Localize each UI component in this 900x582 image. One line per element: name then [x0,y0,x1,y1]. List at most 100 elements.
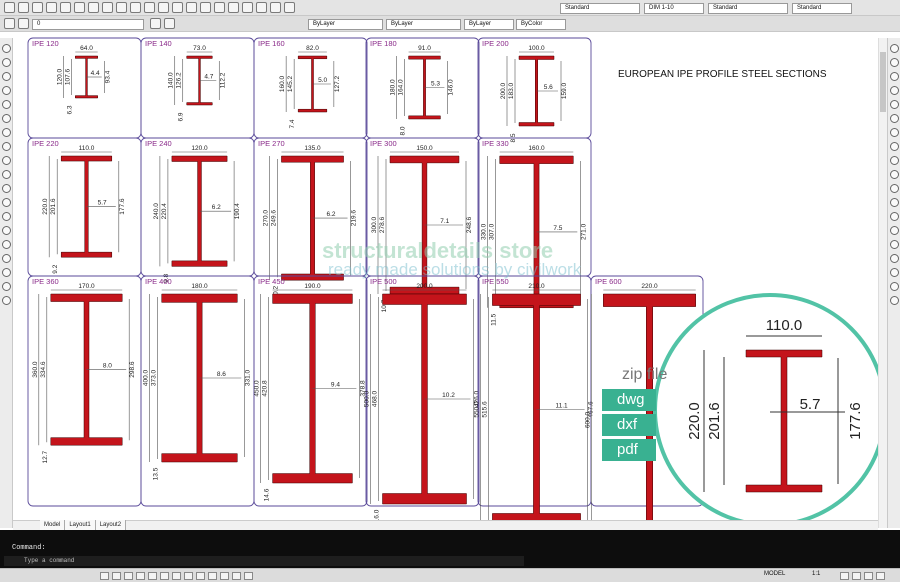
height-label: 300.0 [371,216,378,233]
scale-tool-icon[interactable] [890,142,899,151]
flange-width-label: 180.0 [191,283,208,290]
object-snap-tracking-icon[interactable] [160,572,169,580]
lock-ui-icon[interactable] [852,572,861,580]
web-height-label: 373.0 [151,369,158,386]
web-thickness-label: 5.3 [431,81,440,88]
snap-mode-icon[interactable] [100,572,109,580]
aligned-dimension-icon[interactable] [890,282,899,291]
point-tool-icon[interactable] [2,212,11,221]
flange-width-label: 160.0 [528,145,545,152]
rotate-tool-icon[interactable] [890,128,899,137]
web-height-label: 220.4 [161,203,168,220]
trim-tool-icon[interactable] [890,170,899,179]
add-selected-icon[interactable] [2,296,11,305]
chamfer-tool-icon[interactable] [890,226,899,235]
vertical-scroll-thumb[interactable] [880,52,886,112]
lineweight-display-icon[interactable] [196,572,205,580]
rectangle-tool-icon[interactable] [2,100,11,109]
height-label: 120.0 [56,68,63,85]
dynamic-ucs-icon[interactable] [172,572,181,580]
inner-depth-label: 190.4 [234,203,241,220]
drawing-title: EUROPEAN IPE PROFILE STEEL SECTIONS [618,69,827,80]
copy-tool-icon[interactable] [890,58,899,67]
workspace-switch-icon[interactable] [840,572,849,580]
transparency-icon[interactable] [208,572,217,580]
move-tool-icon[interactable] [890,114,899,123]
drawing-canvas[interactable]: IPE 12064.0120.0 107.6 93.44.46.3IPE 14073… [0,0,900,582]
arc-tool-icon[interactable] [2,114,11,123]
erase-tool-icon[interactable] [890,44,899,53]
flange-thickness-label: 13.5 [153,467,160,480]
join-tool-icon[interactable] [890,212,899,221]
web-thickness-label: 11.1 [555,403,568,410]
circle-tool-icon[interactable] [2,128,11,137]
section-panel [27,37,142,139]
dynamic-input-icon[interactable] [184,572,193,580]
polyline-tool-icon[interactable] [2,72,11,81]
height-label: 400.0 [143,369,150,386]
quick-properties-icon[interactable] [220,572,229,580]
stretch-tool-icon[interactable] [890,156,899,165]
height-label: 600.0 [584,411,591,428]
flange-thickness-label: 9.2 [52,264,59,273]
object-snap-icon[interactable] [148,572,157,580]
extend-tool-icon[interactable] [890,184,899,193]
region-tool-icon[interactable] [2,254,11,263]
hatch-tool-icon[interactable] [2,226,11,235]
zoom-inner-depth-label: 177.6 [847,402,864,440]
explode-tool-icon[interactable] [890,254,899,263]
insert-block-icon[interactable] [2,184,11,193]
tab-layout2[interactable]: Layout2 [95,520,127,530]
inner-depth-label: 127.2 [334,75,341,92]
tab-layout1[interactable]: Layout1 [65,520,96,530]
web-thickness-label: 8.6 [217,371,226,378]
line-tool-icon[interactable] [2,44,11,53]
linear-dimension-icon[interactable] [890,268,899,277]
tab-model[interactable]: Model [40,520,66,530]
offset-tool-icon[interactable] [890,86,899,95]
revision-cloud-icon[interactable] [2,142,11,151]
command-input[interactable]: Type a command [4,556,524,566]
mirror-tool-icon[interactable] [890,72,899,81]
annotation-scale[interactable]: 1:1 [812,571,820,577]
zoom-flange-width-label: 110.0 [766,317,802,334]
inner-depth-label: 112.2 [219,72,226,88]
section-label: IPE 450 [258,277,285,286]
clean-screen-icon[interactable] [876,572,885,580]
inner-depth-label: 331.0 [244,369,251,386]
zoom-height-label: 220.0 [686,402,703,440]
selection-cycling-icon[interactable] [232,572,241,580]
array-tool-icon[interactable] [890,100,899,109]
height-label: 270.0 [262,210,269,227]
section-panel [253,37,368,139]
vertical-scrollbar[interactable] [878,38,887,528]
grid-display-icon[interactable] [112,572,121,580]
spline-tool-icon[interactable] [2,156,11,165]
make-block-icon[interactable] [2,198,11,207]
annotation-monitor-icon[interactable] [244,572,253,580]
ortho-mode-icon[interactable] [124,572,133,580]
radius-dimension-icon[interactable] [890,296,899,305]
polygon-tool-icon[interactable] [2,86,11,95]
command-window: Command: Type a command [0,530,900,568]
polar-tracking-icon[interactable] [136,572,145,580]
isolate-objects-icon[interactable] [864,572,873,580]
table-tool-icon[interactable] [2,268,11,277]
horizontal-scrollbar[interactable] [13,520,878,530]
gradient-tool-icon[interactable] [2,240,11,249]
section-label: IPE 270 [258,139,285,148]
ellipse-tool-icon[interactable] [2,170,11,179]
height-label: 240.0 [153,203,160,220]
section-label: IPE 160 [258,39,285,48]
flange-thickness-label: 6.3 [66,105,73,114]
web-height-label: 126.2 [176,72,183,89]
web-thickness-label: 5.7 [98,200,107,207]
construction-line-icon[interactable] [2,58,11,67]
inner-depth-label: 219.6 [351,210,358,227]
fillet-tool-icon[interactable] [890,240,899,249]
height-label: 140.0 [168,72,175,89]
draw-tools-sidebar [0,38,13,528]
mtext-tool-icon[interactable] [2,282,11,291]
break-tool-icon[interactable] [890,198,899,207]
model-space-indicator[interactable]: MODEL [764,571,785,577]
